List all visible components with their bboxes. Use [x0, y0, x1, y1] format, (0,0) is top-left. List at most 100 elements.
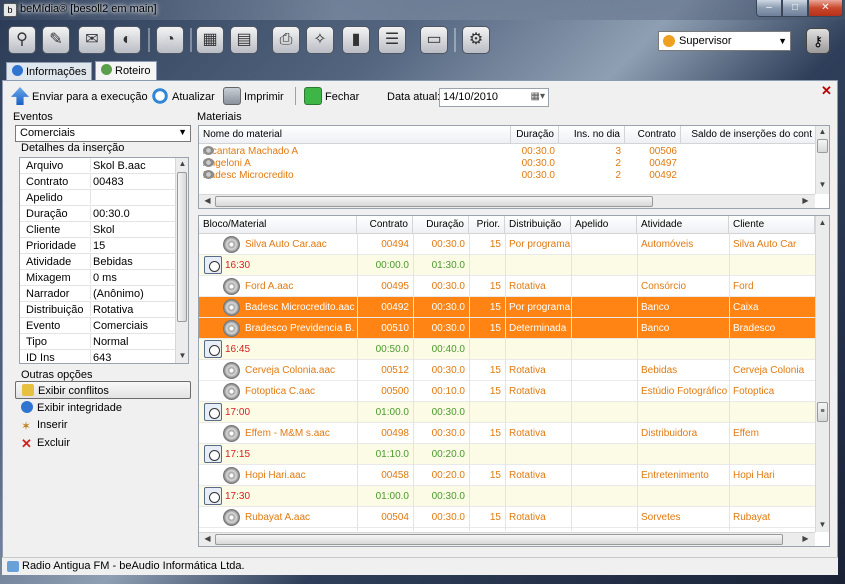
calendar-icon[interactable]: ▦▾ — [531, 91, 545, 102]
settings-icon[interactable]: ⚙ — [462, 26, 490, 54]
scroll-up-icon[interactable]: ▲ — [816, 127, 829, 136]
window-title: beMídia® [besoll2 em main] — [20, 3, 157, 15]
atualizar-button[interactable]: Atualizar — [151, 87, 215, 105]
material-row[interactable]: Effem - M&M s.aac 00498 00:30.0 15 Rotativa D… — [199, 423, 815, 444]
property-row[interactable]: Arquivo Skol B.aac — [20, 158, 176, 174]
bloco-vscroll[interactable]: ▲ ≡ ▼ — [815, 216, 829, 532]
exibir-conflitos-option[interactable]: Exibir conflitos — [15, 381, 191, 399]
tab-roteiro[interactable]: Roteiro — [95, 61, 157, 81]
material-row[interactable]: Bradesco Previdencia B.... 00510 00:30.0 15… — [199, 318, 815, 339]
property-row[interactable]: Mixagem 0 ms — [20, 270, 176, 286]
property-row[interactable]: Distribuição Rotativa — [20, 302, 176, 318]
col-duracao[interactable]: Duração — [413, 216, 469, 234]
material-row[interactable]: Badesc Microcredito.aac 00492 00:30.0 15 Por… — [199, 297, 815, 318]
material-row[interactable]: Ford A.aac 00495 00:30.0 15 Rotativa Consórci… — [199, 276, 815, 297]
key-icon[interactable]: ⚷ — [806, 28, 830, 54]
material-row[interactable]: Rubayat A.aac 00504 00:30.0 15 Rotativa Sorve… — [199, 507, 815, 528]
col-saldo[interactable]: Saldo de inserções do cont — [681, 126, 817, 144]
scroll-up-icon[interactable]: ▲ — [816, 218, 829, 227]
cell-dist: Por programa — [509, 302, 571, 313]
col-duracao[interactable]: Duração — [511, 126, 559, 144]
excluir-option[interactable]: ✕ Excluir — [15, 435, 191, 453]
scroll-down-icon[interactable]: ▼ — [816, 180, 829, 189]
cell-contrato: 00:00.0 — [375, 260, 409, 271]
material-row[interactable]: Hopi Hari.aac 00458 00:20.0 15 Rotativa Entre… — [199, 465, 815, 486]
scroll-down-icon[interactable]: ▼ — [816, 520, 829, 529]
close-window-button[interactable]: ✕ — [808, 0, 843, 17]
material-row[interactable]: Badesc Microcredito 00:30.0 2 00492 — [199, 170, 815, 182]
scroll-left-icon[interactable]: ◀ — [201, 196, 214, 205]
exibir-integridade-option[interactable]: Exibir integridade — [15, 399, 191, 417]
edit-icon[interactable]: ✎ — [42, 26, 70, 54]
bloco-row[interactable]: 17:15 01:10.0 00:20.0 — [199, 444, 815, 465]
bloco-row[interactable]: 16:30 00:00.0 01:30.0 — [199, 255, 815, 276]
property-row[interactable]: Apelido — [20, 190, 176, 206]
user-search-icon[interactable]: ⚲ — [8, 26, 36, 54]
maximize-button[interactable]: □ — [782, 0, 808, 17]
bottle-icon[interactable]: ▮ — [342, 26, 370, 54]
property-row[interactable]: Narrador (Anônimo) — [20, 286, 176, 302]
material-row[interactable]: Fotoptica C.aac 00500 00:10.0 15 Rotativa Est… — [199, 381, 815, 402]
col-atividade[interactable]: Atividade — [637, 216, 729, 234]
printer-icon[interactable]: ⎙ — [272, 26, 300, 54]
briefcase-icon[interactable]: ▭ — [420, 26, 448, 54]
scroll-thumb[interactable]: ≡ — [817, 402, 828, 422]
minimize-button[interactable]: – — [756, 0, 782, 17]
property-row[interactable]: Duração 00:30.0 — [20, 206, 176, 222]
eventos-select[interactable]: Comerciais ▼ — [15, 125, 191, 142]
list-icon[interactable]: ☰ — [378, 26, 406, 54]
close-panel-icon[interactable]: ✕ — [821, 83, 832, 99]
scroll-up-icon[interactable]: ▲ — [176, 159, 188, 168]
data-atual-field[interactable]: 14/10/2010 ▦▾ — [439, 88, 549, 107]
bloco-row[interactable]: 17:30 01:00.0 00:30.0 — [199, 486, 815, 507]
property-row[interactable]: ID Ins 643 — [20, 350, 176, 363]
pie-chart-icon[interactable]: ◔ — [156, 26, 184, 54]
bloco-row[interactable]: 17:00 01:00.0 00:30.0 — [199, 402, 815, 423]
property-row[interactable]: Tipo Normal — [20, 334, 176, 350]
enviar-button[interactable]: Enviar para a execução — [11, 87, 148, 105]
option-label: Exibir conflitos — [38, 385, 109, 397]
materiais-hscroll[interactable]: ◀ ▶ — [199, 194, 815, 208]
bloco-row[interactable]: 16:45 00:50.0 00:40.0 — [199, 339, 815, 360]
scroll-thumb[interactable] — [215, 534, 783, 545]
col-distribuicao[interactable]: Distribuição — [505, 216, 571, 234]
col-contrato[interactable]: Contrato — [357, 216, 413, 234]
scroll-left-icon[interactable]: ◀ — [201, 534, 214, 543]
cleaning-icon[interactable]: ✧ — [306, 26, 334, 54]
report-icon[interactable]: ▤ — [230, 26, 258, 54]
scroll-thumb[interactable] — [215, 196, 653, 207]
scroll-down-icon[interactable]: ▼ — [176, 351, 188, 360]
col-nome[interactable]: Nome do material — [199, 126, 511, 144]
user-select[interactable]: Supervisor ▼ — [658, 31, 791, 51]
col-bloco[interactable]: Bloco/Material — [199, 216, 357, 234]
calculator-icon[interactable]: ▦ — [196, 26, 224, 54]
material-row[interactable]: Silva Auto Car.aac 00494 00:30.0 15 Por prog… — [199, 234, 815, 255]
inserir-option[interactable]: ✶ Inserir — [15, 417, 191, 435]
notes-icon[interactable]: ✉ — [78, 26, 106, 54]
col-apelido[interactable]: Apelido — [571, 216, 637, 234]
property-row[interactable]: Atividade Bebidas — [20, 254, 176, 270]
tab-informacoes[interactable]: Informações — [6, 62, 92, 80]
fechar-button[interactable]: Fechar — [304, 87, 359, 105]
imprimir-button[interactable]: Imprimir — [223, 87, 284, 105]
property-row[interactable]: Cliente Skol — [20, 222, 176, 238]
cell-cliente: Rubayat — [733, 512, 771, 523]
bloco-hscroll[interactable]: ◀ ▶ — [199, 532, 815, 546]
property-row[interactable]: Prioridade 15 — [20, 238, 176, 254]
scroll-right-icon[interactable]: ▶ — [799, 534, 812, 543]
property-vscroll[interactable]: ▲ ▼ — [175, 158, 188, 363]
material-row[interactable]: Angeloni A 00:30.0 2 00497 — [199, 158, 815, 170]
materiais-vscroll[interactable]: ▲ ▼ — [815, 126, 829, 194]
scroll-thumb[interactable] — [817, 139, 828, 153]
media-icon[interactable]: ◐ — [113, 26, 141, 54]
material-row[interactable]: Cerveja Colonia.aac 00512 00:30.0 15 Rotativ… — [199, 360, 815, 381]
col-ins[interactable]: Ins. no dia — [559, 126, 625, 144]
col-prior[interactable]: Prior. — [469, 216, 505, 234]
material-row[interactable]: Alcantara Machado A 00:30.0 3 00506 — [199, 146, 815, 158]
scroll-thumb[interactable] — [177, 172, 187, 322]
col-cliente[interactable]: Cliente — [729, 216, 815, 234]
property-row[interactable]: Evento Comerciais — [20, 318, 176, 334]
scroll-right-icon[interactable]: ▶ — [799, 196, 812, 205]
col-contrato[interactable]: Contrato — [625, 126, 681, 144]
property-row[interactable]: Contrato 00483 — [20, 174, 176, 190]
